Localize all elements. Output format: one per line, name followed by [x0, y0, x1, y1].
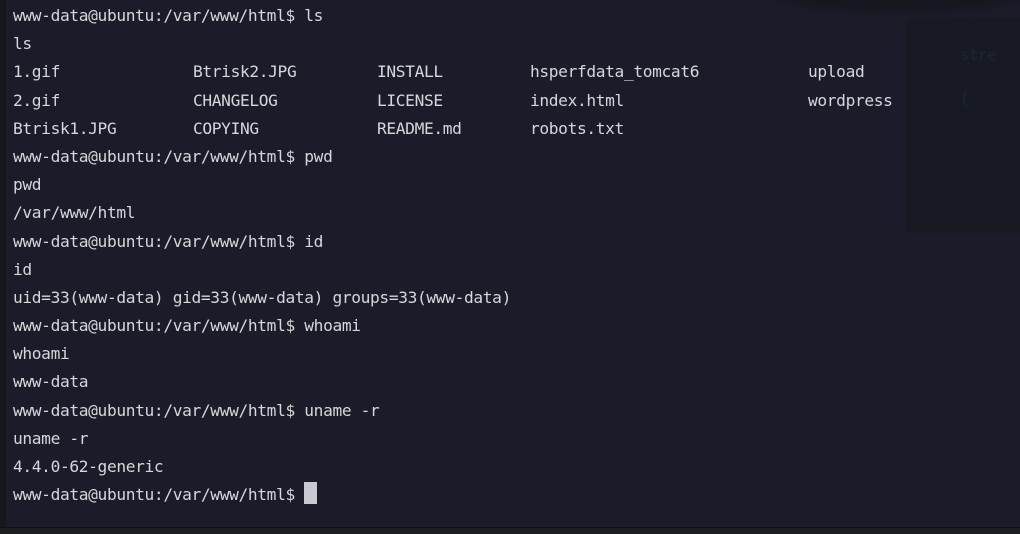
text-cursor[interactable] — [304, 482, 318, 505]
ls-file-entry: LICENSE — [377, 90, 443, 110]
ls-file-entry: INSTALL — [377, 62, 443, 82]
shell-prompt: www-data@ubuntu:/var/www/html$ — [13, 231, 305, 251]
current-prompt-line: www-data@ubuntu:/var/www/html$ — [13, 481, 893, 509]
ls-file-entry: robots.txt — [530, 118, 624, 138]
output-line: whoami — [13, 340, 893, 368]
window-left-border — [0, 0, 6, 534]
output-text: www-data — [13, 372, 89, 392]
window-bottom-border — [0, 527, 1020, 534]
output-text: uname -r — [13, 428, 89, 448]
command-line: www-data@ubuntu:/var/www/html$ pwd — [13, 143, 893, 171]
output-text: pwd — [13, 175, 42, 195]
ls-file-entry: 2.gif — [13, 90, 60, 110]
ls-file-entry: hsperfdata_tomcat6 — [530, 62, 700, 82]
ls-file-entry: Btrisk2.JPG — [193, 62, 297, 82]
ls-output-row: 2.gif CHANGELOG LICENSE index.html wordpress — [13, 87, 893, 115]
command-text: uname -r — [304, 400, 380, 420]
shell-prompt: www-data@ubuntu:/var/www/html$ — [13, 485, 305, 505]
ls-file-entry: upload — [808, 62, 865, 82]
command-text: id — [304, 231, 324, 251]
output-text: 4.4.0-62-generic — [13, 457, 164, 476]
command-line: www-data@ubuntu:/var/www/html$ id — [13, 228, 893, 256]
shell-prompt: www-data@ubuntu:/var/www/html$ — [13, 400, 305, 420]
output-line: uname -r — [13, 425, 893, 453]
ls-file-entry: 1.gif — [13, 62, 60, 82]
output-text: uid=33(www-data) gid=33(www-data) groups… — [13, 287, 511, 307]
ls-file-entry: CHANGELOG — [193, 90, 278, 110]
output-line: id — [13, 256, 893, 284]
output-line: www-data — [13, 368, 893, 396]
output-line: 4.4.0-62-generic — [13, 453, 893, 481]
shell-prompt: www-data@ubuntu:/var/www/html$ — [13, 6, 305, 25]
ls-file-entry: README.md — [377, 118, 462, 138]
command-line: www-data@ubuntu:/var/www/html$ whoami — [13, 312, 893, 340]
command-line: www-data@ubuntu:/var/www/html$ ls — [13, 2, 893, 30]
ls-output-row: 1.gif Btrisk2.JPG INSTALL hsperfdata_tomcat… — [13, 58, 893, 86]
shell-prompt: www-data@ubuntu:/var/www/html$ — [13, 316, 305, 336]
ls-file-entry: COPYING — [193, 118, 259, 138]
background-text-line: stre — [960, 46, 997, 64]
command-text: ls — [304, 6, 324, 25]
background-window-text: stre { — [960, 22, 996, 110]
terminal-window[interactable]: stre { www-data@ubuntu:/var/www/html$ ls… — [0, 0, 1020, 534]
output-text: /var/www/html — [13, 203, 136, 223]
output-line: uid=33(www-data) gid=33(www-data) groups… — [13, 284, 893, 312]
command-text: pwd — [304, 146, 333, 166]
command-text: whoami — [304, 316, 361, 336]
terminal-output[interactable]: www-data@ubuntu:/var/www/html$ ls ls 1.gif… — [13, 2, 893, 509]
shell-prompt: www-data@ubuntu:/var/www/html$ — [13, 146, 305, 166]
ls-file-entry: Btrisk1.JPG — [13, 118, 117, 138]
output-text: ls — [13, 34, 32, 54]
output-text: id — [13, 259, 32, 279]
background-text-brace: { — [960, 90, 970, 108]
ls-file-entry: index.html — [530, 90, 624, 110]
command-line: www-data@ubuntu:/var/www/html$ uname -r — [13, 397, 893, 425]
ls-output-row: Btrisk1.JPG COPYING README.md robots.txt — [13, 115, 893, 143]
output-line: ls — [13, 30, 893, 58]
ls-file-entry: wordpress — [808, 90, 893, 110]
output-line: /var/www/html — [13, 199, 893, 227]
output-line: pwd — [13, 171, 893, 199]
output-text: whoami — [13, 344, 70, 364]
